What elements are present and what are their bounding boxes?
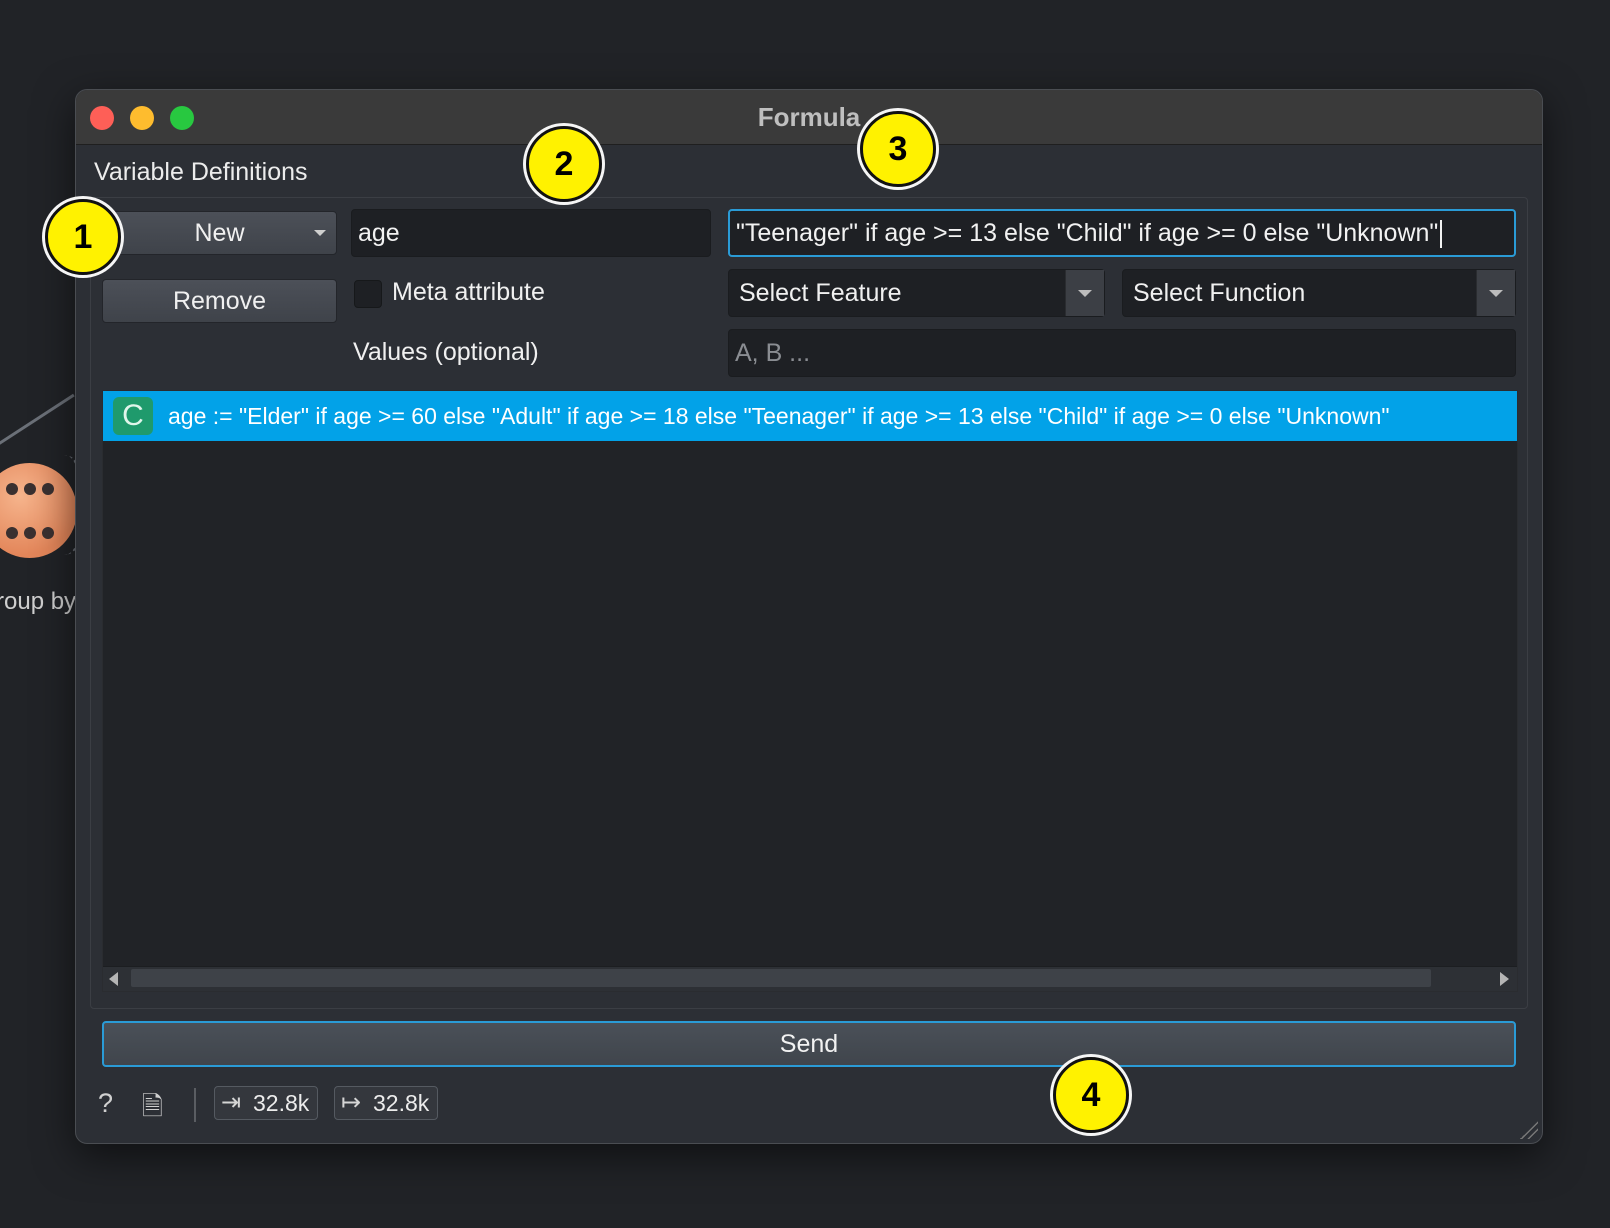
formula-window: Formula Variable Definitions New Remove … [75, 89, 1543, 1144]
categorical-type-badge: C [113, 397, 153, 435]
annotation-marker-1: 1 [45, 199, 121, 275]
horizontal-scrollbar[interactable] [103, 966, 1517, 991]
status-bar: ? 🗎 ⇥ 32.8k ↦ 32.8k [76, 1080, 1542, 1130]
variable-name-input[interactable]: age [351, 209, 711, 257]
input-icon: ⇥ [221, 1089, 242, 1116]
definitions-list[interactable]: C age := "Elder" if age >= 60 else "Adul… [102, 390, 1518, 992]
annotation-marker-2: 2 [526, 126, 602, 202]
meta-attribute-checkbox[interactable] [354, 280, 382, 308]
scroll-left-icon[interactable] [109, 972, 118, 986]
output-count: 32.8k [373, 1090, 430, 1116]
chevron-down-icon [314, 230, 326, 236]
select-feature-label: Select Feature [739, 279, 902, 307]
help-icon[interactable]: ? [98, 1088, 113, 1119]
output-icon: ↦ [341, 1089, 362, 1116]
resize-grip-icon[interactable] [1520, 1121, 1538, 1139]
new-button-label: New [194, 219, 245, 247]
title-bar: Formula [76, 90, 1542, 145]
chevron-down-icon [1476, 270, 1515, 316]
expression-input[interactable]: "Teenager" if age >= 13 else "Child" if … [728, 209, 1516, 257]
canvas-link-line [0, 393, 75, 451]
select-function-label: Select Function [1133, 279, 1306, 307]
remove-variable-button[interactable]: Remove [102, 279, 337, 323]
scrollbar-thumb[interactable] [131, 969, 1431, 987]
variable-definitions-label: Variable Definitions [94, 158, 308, 186]
meta-attribute-label: Meta attribute [392, 278, 545, 306]
values-input[interactable]: A, B ... [728, 329, 1516, 377]
chevron-down-icon [1065, 270, 1104, 316]
send-button[interactable]: Send [102, 1021, 1516, 1067]
values-label: Values (optional) [353, 338, 539, 366]
report-icon[interactable]: 🗎 [142, 1088, 163, 1132]
new-variable-button[interactable]: New [102, 211, 337, 255]
definition-text: age := "Elder" if age >= 60 else "Adult"… [168, 403, 1390, 429]
window-title: Formula [757, 102, 861, 132]
list-item[interactable]: C age := "Elder" if age >= 60 else "Adul… [103, 391, 1517, 441]
output-count-badge: ↦ 32.8k [334, 1086, 439, 1120]
group-by-widget-label: roup by [0, 588, 77, 615]
input-count: 32.8k [253, 1090, 310, 1116]
annotation-marker-4: 4 [1053, 1057, 1129, 1133]
status-separator [194, 1088, 196, 1122]
annotation-marker-3: 3 [860, 111, 936, 187]
select-feature-dropdown[interactable]: Select Feature [728, 269, 1105, 317]
text-cursor [1440, 220, 1443, 249]
scroll-right-icon[interactable] [1500, 972, 1509, 986]
input-count-badge: ⇥ 32.8k [214, 1086, 319, 1120]
expression-text: "Teenager" if age >= 13 else "Child" if … [736, 219, 1439, 247]
select-function-dropdown[interactable]: Select Function [1122, 269, 1516, 317]
